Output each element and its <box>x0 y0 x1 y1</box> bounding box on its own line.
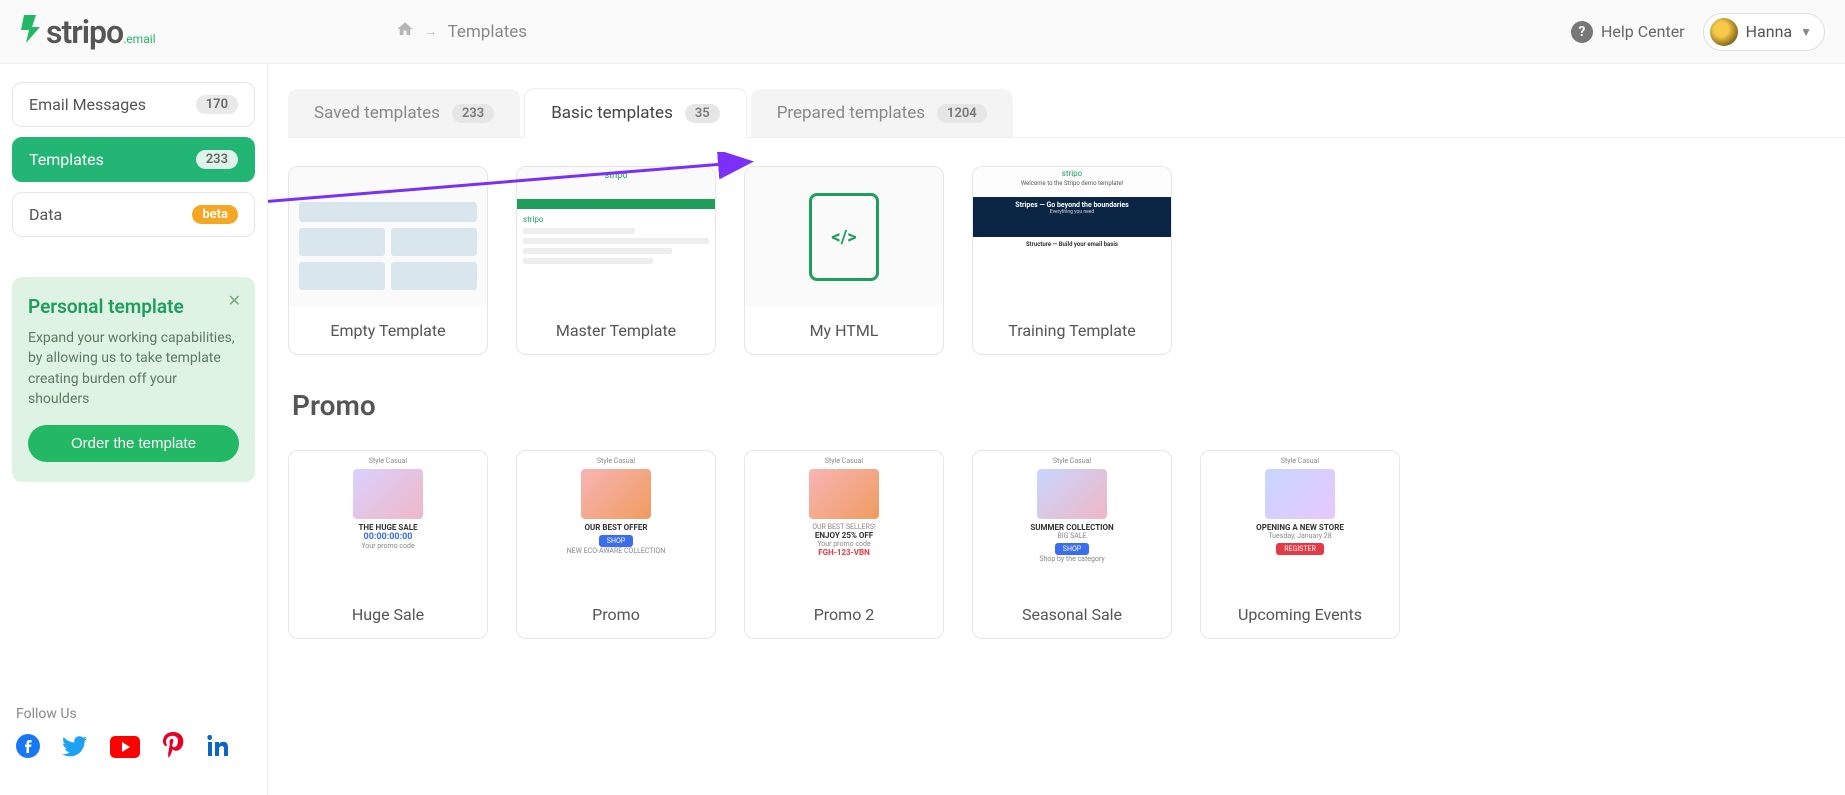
template-thumb: </> <box>745 167 943 307</box>
brand-name: stripo <box>46 13 123 51</box>
template-label: Promo 2 <box>745 591 943 638</box>
beta-badge: beta <box>192 205 238 224</box>
follow-us-label: Follow Us <box>16 706 251 722</box>
pinterest-icon[interactable] <box>162 732 184 767</box>
brand-logo[interactable]: stripo .email <box>0 13 196 51</box>
tab-saved-templates[interactable]: Saved templates 233 <box>288 89 520 137</box>
stripo-mark-icon <box>18 13 42 43</box>
sidebar-item-email-messages[interactable]: Email Messages 170 <box>12 82 255 127</box>
main-content: Saved templates 233 Basic templates 35 P… <box>268 64 1845 795</box>
breadcrumb-arrow-icon: → <box>424 23 438 40</box>
sidebar: Email Messages 170 Templates 233 Data be… <box>0 64 268 795</box>
sidebar-item-label: Email Messages <box>29 95 146 114</box>
twitter-icon[interactable] <box>62 733 88 766</box>
section-title-promo: Promo <box>292 389 1845 422</box>
sidebar-item-label: Data <box>29 205 62 224</box>
youtube-icon[interactable] <box>110 735 140 765</box>
template-label: Seasonal Sale <box>973 591 1171 638</box>
order-template-button[interactable]: Order the template <box>28 425 239 462</box>
avatar <box>1710 18 1738 46</box>
home-icon[interactable] <box>396 20 414 43</box>
tab-basic-templates[interactable]: Basic templates 35 <box>524 88 746 138</box>
personal-template-card: ✕ Personal template Expand your working … <box>12 277 255 482</box>
template-card-huge-sale[interactable]: Style CasualTHE HUGE SALE00:00:00:00Your… <box>288 450 488 639</box>
template-label: Upcoming Events <box>1201 591 1399 638</box>
template-card-seasonal-sale[interactable]: Style CasualSUMMER COLLECTIONBIG SALESHO… <box>972 450 1172 639</box>
template-card-upcoming-events[interactable]: Style CasualOPENING A NEW STORETuesday, … <box>1200 450 1400 639</box>
template-card-empty[interactable]: Empty Template <box>288 166 488 355</box>
tab-label: Basic templates <box>551 103 673 123</box>
template-thumb: stripostripo <box>517 167 715 307</box>
template-thumb <box>289 167 487 307</box>
tab-count: 35 <box>685 104 720 123</box>
help-center-link[interactable]: ? Help Center <box>1571 21 1685 43</box>
tab-count: 1204 <box>937 104 987 123</box>
template-thumb: Style CasualSUMMER COLLECTIONBIG SALESHO… <box>973 451 1171 591</box>
template-label: Empty Template <box>289 307 487 354</box>
promo-title: Personal template <box>28 295 239 318</box>
facebook-icon[interactable] <box>16 734 40 765</box>
template-thumb: Style CasualOUR BEST SELLERS!ENJOY 25% O… <box>745 451 943 591</box>
help-icon: ? <box>1571 21 1593 43</box>
promo-templates-grid: Style CasualTHE HUGE SALE00:00:00:00Your… <box>288 450 1845 639</box>
chevron-down-icon: ▼ <box>1800 25 1812 39</box>
template-label: Training Template <box>973 307 1171 354</box>
template-card-master[interactable]: stripostripo Master Template <box>516 166 716 355</box>
brand-suffix: .email <box>123 32 155 46</box>
user-name: Hanna <box>1746 22 1793 41</box>
template-card-promo[interactable]: Style CasualOUR BEST OFFERSHOPNEW ECO-AW… <box>516 450 716 639</box>
linkedin-icon[interactable] <box>206 734 230 765</box>
social-links <box>16 732 251 767</box>
sidebar-item-label: Templates <box>29 150 104 169</box>
count-badge: 233 <box>196 150 238 169</box>
breadcrumb-current[interactable]: Templates <box>448 22 528 42</box>
template-thumb: stripoWelcome to the Stripo demo templat… <box>973 167 1171 307</box>
count-badge: 170 <box>196 95 238 114</box>
template-label: My HTML <box>745 307 943 354</box>
promo-body: Expand your working capabilities, by all… <box>28 328 239 409</box>
tab-prepared-templates[interactable]: Prepared templates 1204 <box>751 89 1013 137</box>
template-thumb: Style CasualOUR BEST OFFERSHOPNEW ECO-AW… <box>517 451 715 591</box>
template-tabs: Saved templates 233 Basic templates 35 P… <box>288 88 1845 138</box>
template-card-my-html[interactable]: </> My HTML <box>744 166 944 355</box>
sidebar-item-data[interactable]: Data beta <box>12 192 255 237</box>
template-thumb: Style CasualTHE HUGE SALE00:00:00:00Your… <box>289 451 487 591</box>
template-label: Promo <box>517 591 715 638</box>
template-label: Master Template <box>517 307 715 354</box>
user-menu[interactable]: Hanna ▼ <box>1703 13 1825 51</box>
template-card-training[interactable]: stripoWelcome to the Stripo demo templat… <box>972 166 1172 355</box>
sidebar-item-templates[interactable]: Templates 233 <box>12 137 255 182</box>
template-card-promo-2[interactable]: Style CasualOUR BEST SELLERS!ENJOY 25% O… <box>744 450 944 639</box>
tab-label: Saved templates <box>314 103 440 123</box>
close-icon[interactable]: ✕ <box>228 291 241 310</box>
app-header: stripo .email → Templates ? Help Center … <box>0 0 1845 64</box>
tab-label: Prepared templates <box>777 103 925 123</box>
breadcrumb: → Templates <box>396 20 528 43</box>
help-label: Help Center <box>1601 22 1685 41</box>
basic-templates-grid: Empty Template stripostripo Master Templ… <box>288 166 1845 355</box>
template-thumb: Style CasualOPENING A NEW STORETuesday, … <box>1201 451 1399 591</box>
tab-count: 233 <box>452 104 494 123</box>
template-label: Huge Sale <box>289 591 487 638</box>
